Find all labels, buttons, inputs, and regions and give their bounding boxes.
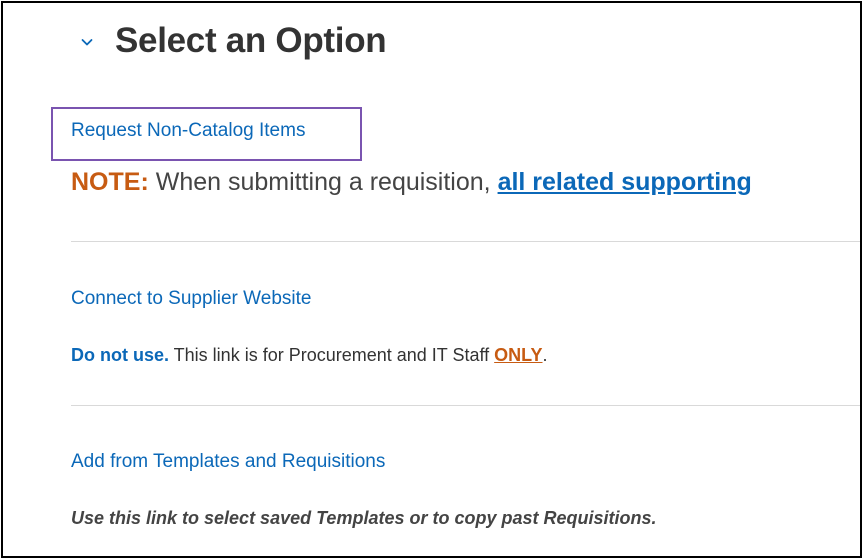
section-title: Select an Option xyxy=(115,21,387,60)
select-option-panel: Select an Option Request Non-Catalog Ite… xyxy=(1,1,862,558)
chevron-down-icon xyxy=(81,39,93,46)
divider xyxy=(71,405,860,406)
section-header-toggle[interactable]: Select an Option xyxy=(81,21,387,61)
connect-to-supplier-website-link[interactable]: Connect to Supplier Website xyxy=(71,288,311,310)
add-from-templates-link[interactable]: Add from Templates and Requisitions xyxy=(71,451,385,473)
request-non-catalog-items-link[interactable]: Request Non-Catalog Items xyxy=(71,120,305,142)
supplier-description: Do not use. This link is for Procurement… xyxy=(71,345,548,366)
do-not-use-label: Do not use. xyxy=(71,345,169,365)
non-catalog-note: NOTE: When submitting a requisition, all… xyxy=(71,168,752,197)
note-label: NOTE: xyxy=(71,168,149,196)
templates-description: Use this link to select saved Templates … xyxy=(71,508,657,528)
supplier-desc-end: . xyxy=(542,345,548,365)
supplier-desc-text: This link is for Procurement and IT Staf… xyxy=(169,345,495,365)
supporting-docs-link[interactable]: all related supporting xyxy=(498,168,752,196)
note-text: When submitting a requisition, xyxy=(148,168,498,196)
only-label: ONLY xyxy=(494,345,543,365)
divider xyxy=(71,241,860,242)
